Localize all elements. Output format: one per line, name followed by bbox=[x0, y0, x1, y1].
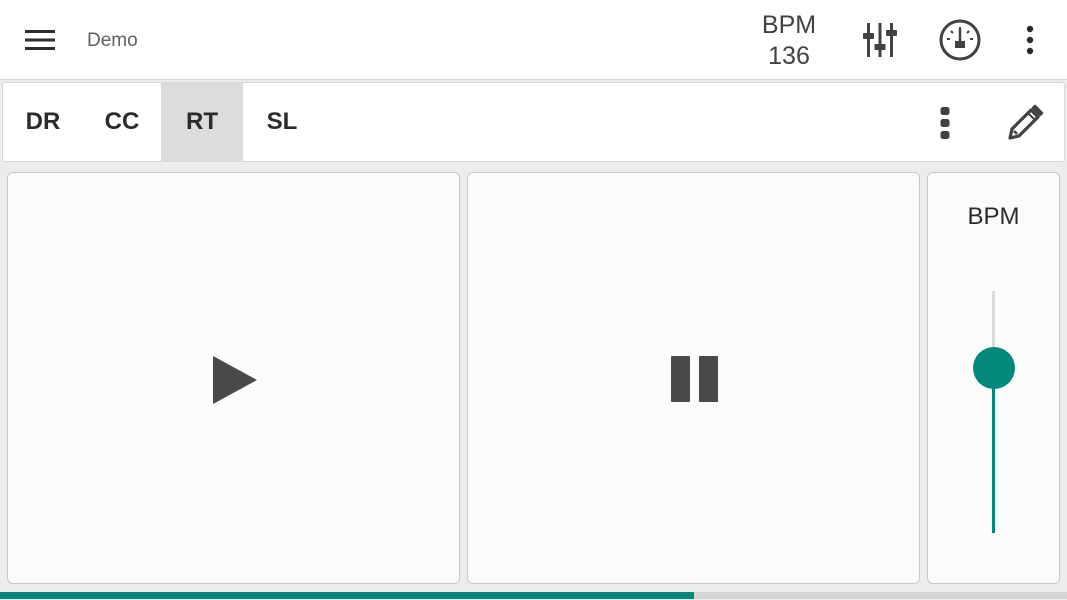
bpm-readout-value: 136 bbox=[768, 42, 810, 70]
menu-button[interactable] bbox=[18, 20, 62, 60]
tab-sl[interactable]: SL bbox=[241, 83, 323, 161]
bpm-readout-label: BPM bbox=[761, 11, 817, 39]
bpm-slider-fill bbox=[992, 368, 995, 533]
bpm-slider-track[interactable] bbox=[973, 291, 1015, 533]
bpm-readout: BPM 136 bbox=[748, 10, 830, 72]
tab-options-button[interactable] bbox=[923, 101, 967, 145]
bpm-slider-panel: BPM bbox=[927, 172, 1060, 584]
play-icon bbox=[213, 356, 257, 404]
more-vert-icon bbox=[1026, 25, 1034, 55]
tab-dr[interactable]: DR bbox=[3, 83, 83, 161]
gauge-button[interactable] bbox=[938, 18, 982, 62]
pencil-icon bbox=[1008, 104, 1044, 140]
overflow-menu-button[interactable] bbox=[1008, 18, 1052, 62]
edit-button[interactable] bbox=[1003, 101, 1047, 145]
pause-icon bbox=[671, 356, 718, 402]
app-bar: Demo BPM 136 bbox=[0, 0, 1067, 80]
tab-cc[interactable]: CC bbox=[81, 83, 163, 161]
tab-bar: DR CC RT SL bbox=[2, 82, 1065, 162]
bpm-slider-label: BPM bbox=[967, 203, 1020, 230]
gauge-icon bbox=[939, 19, 981, 61]
menu-icon bbox=[25, 30, 55, 50]
mixer-sliders-icon bbox=[863, 23, 897, 57]
bpm-slider-thumb[interactable] bbox=[973, 347, 1015, 390]
app-title: Demo bbox=[87, 30, 138, 51]
play-pad[interactable] bbox=[7, 172, 460, 584]
progress-bar bbox=[0, 592, 1067, 599]
mixer-button[interactable] bbox=[858, 18, 902, 62]
pause-pad[interactable] bbox=[467, 172, 920, 584]
more-vert-icon bbox=[940, 107, 950, 139]
progress-bar-fill bbox=[0, 592, 694, 599]
tab-rt[interactable]: RT bbox=[161, 83, 243, 161]
